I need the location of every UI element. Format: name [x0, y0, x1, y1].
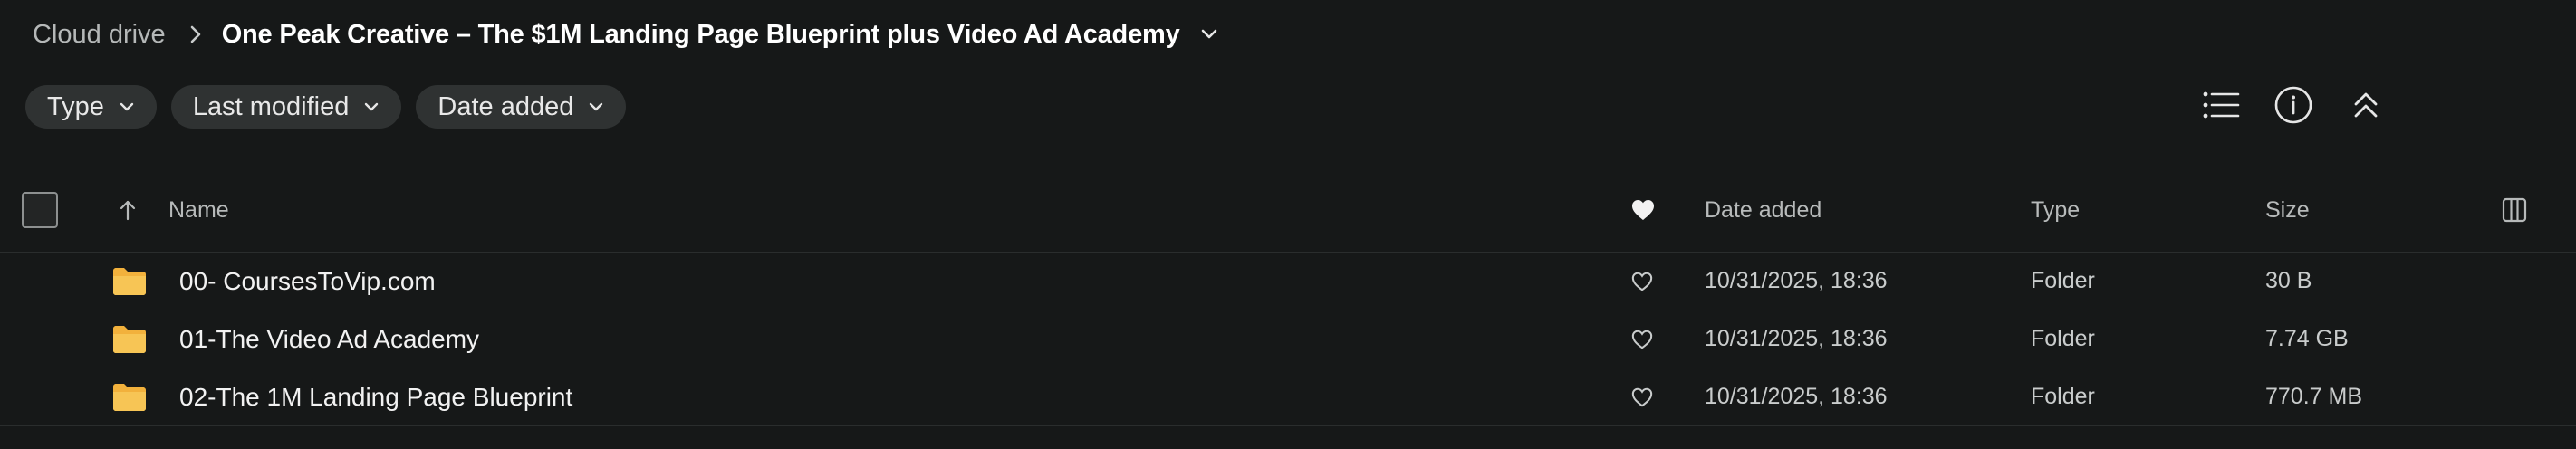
chevron-right-icon — [189, 24, 202, 44]
type-value: Folder — [2031, 268, 2095, 293]
collapse-icon — [2352, 90, 2379, 125]
heart-outline-icon[interactable] — [1630, 368, 1654, 425]
file-name[interactable]: 01-The Video Ad Academy — [179, 310, 479, 368]
select-all-checkbox-cell — [22, 168, 58, 252]
file-name[interactable]: 00- CoursesToVip.com — [179, 253, 436, 310]
column-header-date-added[interactable]: Date added — [1705, 168, 1821, 252]
filter-last-modified-button[interactable]: Last modified — [170, 85, 402, 129]
file-name[interactable]: 02-The 1M Landing Page Blueprint — [179, 368, 572, 425]
collapse-button[interactable] — [2342, 83, 2389, 130]
table-row[interactable]: 02-The 1M Landing Page Blueprint 10/31/2… — [0, 368, 2576, 426]
date-added-value: 10/31/2025, 18:36 — [1705, 384, 1888, 409]
size-value: 30 B — [2265, 268, 2312, 293]
chevron-down-icon — [119, 101, 135, 112]
table-row[interactable]: 01-The Video Ad Academy 10/31/2025, 18:3… — [0, 310, 2576, 368]
filter-label: Date added — [437, 91, 574, 121]
folder-icon — [112, 368, 147, 425]
folder-icon — [112, 310, 147, 368]
breadcrumb: Cloud drive One Peak Creative – The $1M … — [33, 13, 1218, 56]
chevron-down-icon — [363, 101, 380, 112]
column-header-name[interactable]: Name — [168, 168, 229, 252]
table-row[interactable]: 00- CoursesToVip.com 10/31/2025, 18:36 F… — [0, 253, 2576, 310]
heart-filled-icon[interactable] — [1630, 168, 1656, 252]
filter-bar: Type Last modified Date added — [25, 85, 627, 129]
type-value: Folder — [2031, 384, 2095, 409]
table-header: Name Date added Type Size — [0, 168, 2576, 253]
list-view-button[interactable] — [2197, 83, 2244, 130]
chevron-down-icon[interactable] — [1200, 28, 1218, 41]
column-header-type[interactable]: Type — [2031, 168, 2080, 252]
size-value: 7.74 GB — [2265, 326, 2349, 351]
filter-type-button[interactable]: Type — [25, 85, 157, 129]
info-button[interactable] — [2270, 83, 2317, 130]
column-header-size[interactable]: Size — [2265, 168, 2310, 252]
date-added-value: 10/31/2025, 18:36 — [1705, 268, 1888, 293]
breadcrumb-root-link[interactable]: Cloud drive — [33, 20, 166, 50]
filter-date-added-button[interactable]: Date added — [416, 85, 627, 129]
chevron-down-icon — [588, 101, 604, 112]
cloud-drive-app: Cloud drive One Peak Creative – The $1M … — [0, 0, 2576, 449]
heart-outline-icon[interactable] — [1630, 253, 1654, 310]
date-added-value: 10/31/2025, 18:36 — [1705, 326, 1888, 351]
breadcrumb-current-folder[interactable]: One Peak Creative – The $1M Landing Page… — [222, 20, 1180, 50]
list-view-icon — [2202, 90, 2240, 125]
type-value: Folder — [2031, 326, 2095, 351]
size-value: 770.7 MB — [2265, 384, 2363, 409]
filter-label: Last modified — [192, 91, 350, 121]
select-all-checkbox[interactable] — [22, 192, 58, 228]
folder-icon — [112, 253, 147, 310]
file-table: Name Date added Type Size 00- CoursesToV… — [0, 168, 2576, 426]
columns-settings-icon[interactable] — [2502, 168, 2527, 252]
heart-outline-icon[interactable] — [1630, 310, 1654, 368]
filter-label: Type — [47, 91, 104, 121]
sort-ascending-icon[interactable] — [119, 168, 137, 252]
info-icon — [2273, 85, 2313, 129]
